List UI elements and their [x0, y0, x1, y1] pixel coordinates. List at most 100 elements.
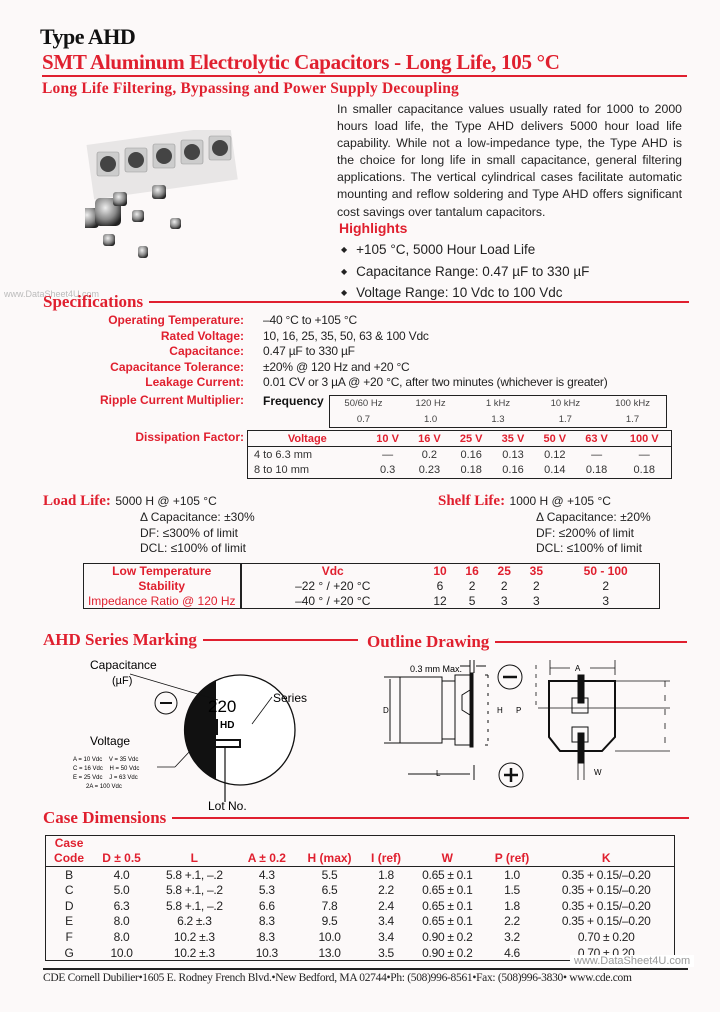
spec-value: 0.47 µF to 330 µF — [263, 344, 355, 358]
table-cell: 3.4 — [378, 914, 394, 929]
section-rule — [172, 817, 689, 819]
table-cell: 10.2 ±.3 — [173, 945, 215, 960]
table-cell: –22 ° / +20 °C — [295, 579, 371, 593]
table-header: 50 V — [533, 430, 576, 447]
load-life-item: DCL: ≤100% of limit — [140, 541, 246, 555]
spec-label: Capacitance Tolerance: — [110, 360, 244, 374]
table-cell: 6.5 — [321, 883, 338, 898]
table-cell: 0.65 ± 0.1 — [422, 867, 473, 882]
table-cell: 6 — [436, 579, 444, 593]
table-cell: 1.7 — [625, 413, 640, 425]
specifications-heading: Specifications — [43, 292, 689, 312]
table-row: C 5.0 5.8 +.1, –.2 5.3 6.5 2.2 0.65 ± 0.1 1.5 0.… — [46, 882, 675, 898]
table-header: P (ref) — [485, 851, 539, 867]
load-life-item: Δ Capacitance: ±30% — [140, 510, 255, 524]
table-header: 25 V — [450, 430, 493, 447]
table-row: 0.7 1.0 1.3 1.7 1.7 — [330, 412, 667, 428]
table-cell: 8.0 — [113, 930, 130, 945]
spec-label: Leakage Current: — [145, 375, 244, 389]
table-cell: 8 to 10 mm — [254, 464, 310, 477]
table-cell: 0.65 ± 0.1 — [422, 883, 473, 898]
table-cell: 120 Hz — [415, 398, 446, 410]
table-header: 25 — [497, 564, 511, 579]
case-table-body: B 4.0 5.8 +.1, –.2 4.3 5.5 1.8 0.65 ± 0.1 1.0 0.… — [46, 867, 675, 961]
table-cell: 5.8 +.1, –.2 — [165, 898, 223, 913]
table-cell: 10.3 — [255, 945, 278, 960]
table-cell: 0.23 — [418, 464, 441, 477]
table-header: Code — [45, 851, 93, 867]
table-cell: 0.3 — [379, 464, 396, 477]
table-header: A ± 0.2 — [237, 851, 296, 867]
series-marking: HD — [220, 720, 234, 731]
highlights-title: Highlights — [339, 220, 408, 236]
footer-contact: CDE Cornell Dubilier•1605 E. Rodney Fren… — [43, 968, 688, 984]
table-header: W — [408, 851, 486, 867]
table-cell: 0.70 ± 0.20 — [577, 930, 635, 945]
shelf-life-item: Δ Capacitance: ±20% — [536, 510, 651, 524]
table-header: 10 — [433, 564, 447, 579]
table-cell: 4 to 6.3 mm — [254, 448, 313, 461]
table-cell: — — [382, 448, 394, 461]
highlight-item: +105 °C, 5000 Hour Load Life — [341, 240, 589, 262]
table-cell: 2 — [532, 579, 540, 593]
table-row: 50/60 Hz 120 Hz 1 kHz 10 kHz 100 kHz — [330, 396, 667, 412]
table-cell: 13.0 — [318, 945, 341, 960]
table-cell: 5.3 — [258, 883, 275, 898]
intro-paragraph: In smaller capacitance values usually ra… — [337, 102, 682, 219]
spec-value: 0.01 CV or 3 µA @ +20 °C, after two minu… — [263, 375, 608, 389]
table-cell: 3 — [500, 593, 508, 608]
table-cell: 10 kHz — [550, 398, 581, 410]
table-header: 50 - 100 — [583, 564, 628, 579]
table-cell: 5.8 +.1, –.2 — [165, 883, 223, 898]
table-row: D 6.3 5.8 +.1, –.2 6.6 7.8 2.4 0.65 ± 0.1 1.8 0.… — [46, 898, 675, 914]
shelf-life-value: 1000 H @ +105 °C — [509, 494, 611, 508]
table-row: B 4.0 5.8 +.1, –.2 4.3 5.5 1.8 0.65 ± 0.1 1.0 0.… — [46, 867, 675, 883]
section-rule — [149, 301, 689, 303]
table-cell: — — [591, 448, 603, 461]
section-title: AHD Series Marking — [43, 630, 197, 649]
side-body — [399, 676, 443, 744]
table-cell: 0.35 + 0.15/–0.20 — [561, 867, 651, 882]
load-life-label: Load Life: — [43, 493, 111, 509]
table-header-row: Case — [46, 836, 675, 852]
shelf-life: Shelf Life: 1000 H @ +105 °C — [438, 492, 611, 510]
table-cell: 4.6 — [504, 945, 520, 960]
shelf-life-details: Δ Capacitance: ±20% DF: ≤200% of limit D… — [536, 510, 651, 557]
document-tagline: Long Life Filtering, Bypassing and Power… — [42, 80, 459, 97]
load-life: Load Life: 5000 H @ +105 °C — [43, 492, 217, 510]
table-header: 63 V — [575, 430, 618, 447]
shelf-life-item: DF: ≤200% of limit — [536, 525, 634, 540]
table-cell: 0.16 — [460, 448, 482, 461]
frequency-label: Frequency — [263, 394, 324, 408]
table-cell: 1 kHz — [485, 398, 511, 410]
table-cell: 0.65 ± 0.1 — [422, 898, 473, 913]
table-cell: 0.16 — [502, 464, 524, 477]
table-cell: 3.4 — [378, 930, 394, 945]
table-cell: 3 — [532, 593, 540, 608]
dissipation-factor-table: Voltage 10 V 16 V 25 V 35 V 50 V 63 V 10… — [247, 430, 672, 479]
spec-value: ±20% @ 120 Hz and +20 °C — [263, 360, 410, 374]
case-dimensions-table: Case Code D ± 0.5 L A ± 0.2 H (max) I (r… — [45, 835, 675, 962]
table-header: Vdc — [321, 564, 344, 579]
table-cell: 0.90 ± 0.2 — [422, 930, 473, 945]
spec-label: Dissipation Factor: — [135, 430, 244, 444]
table-cell: G — [64, 945, 74, 960]
table-row: Impedance Ratio @ 120 Hz –40 ° / +20 °C … — [83, 593, 660, 609]
dim-w-label: W — [594, 768, 602, 777]
dim-h-label: H — [497, 706, 503, 715]
table-cell: 10.2 ±.3 — [173, 930, 215, 945]
table-cell: 1.8 — [378, 867, 394, 882]
table-row: Stability –22 ° / +20 °C 6 2 2 2 2 — [83, 578, 660, 594]
table-cell: F — [65, 930, 73, 945]
table-cell: 9.5 — [321, 914, 338, 929]
case-dimensions-heading: Case Dimensions — [43, 808, 689, 828]
table-cell: 0.65 ± 0.1 — [422, 914, 473, 929]
table-cell: 2 — [602, 579, 610, 593]
section-title: Case Dimensions — [43, 808, 167, 827]
table-cell: 0.2 — [421, 448, 438, 461]
outline-drawing: 0.3 mm Max. D L H P A W — [383, 660, 670, 788]
table-cell: 1.5 — [504, 883, 520, 898]
product-photo — [85, 130, 238, 258]
voltage-label: Voltage — [90, 734, 130, 748]
capacitance-unit: (µF) — [112, 675, 132, 687]
